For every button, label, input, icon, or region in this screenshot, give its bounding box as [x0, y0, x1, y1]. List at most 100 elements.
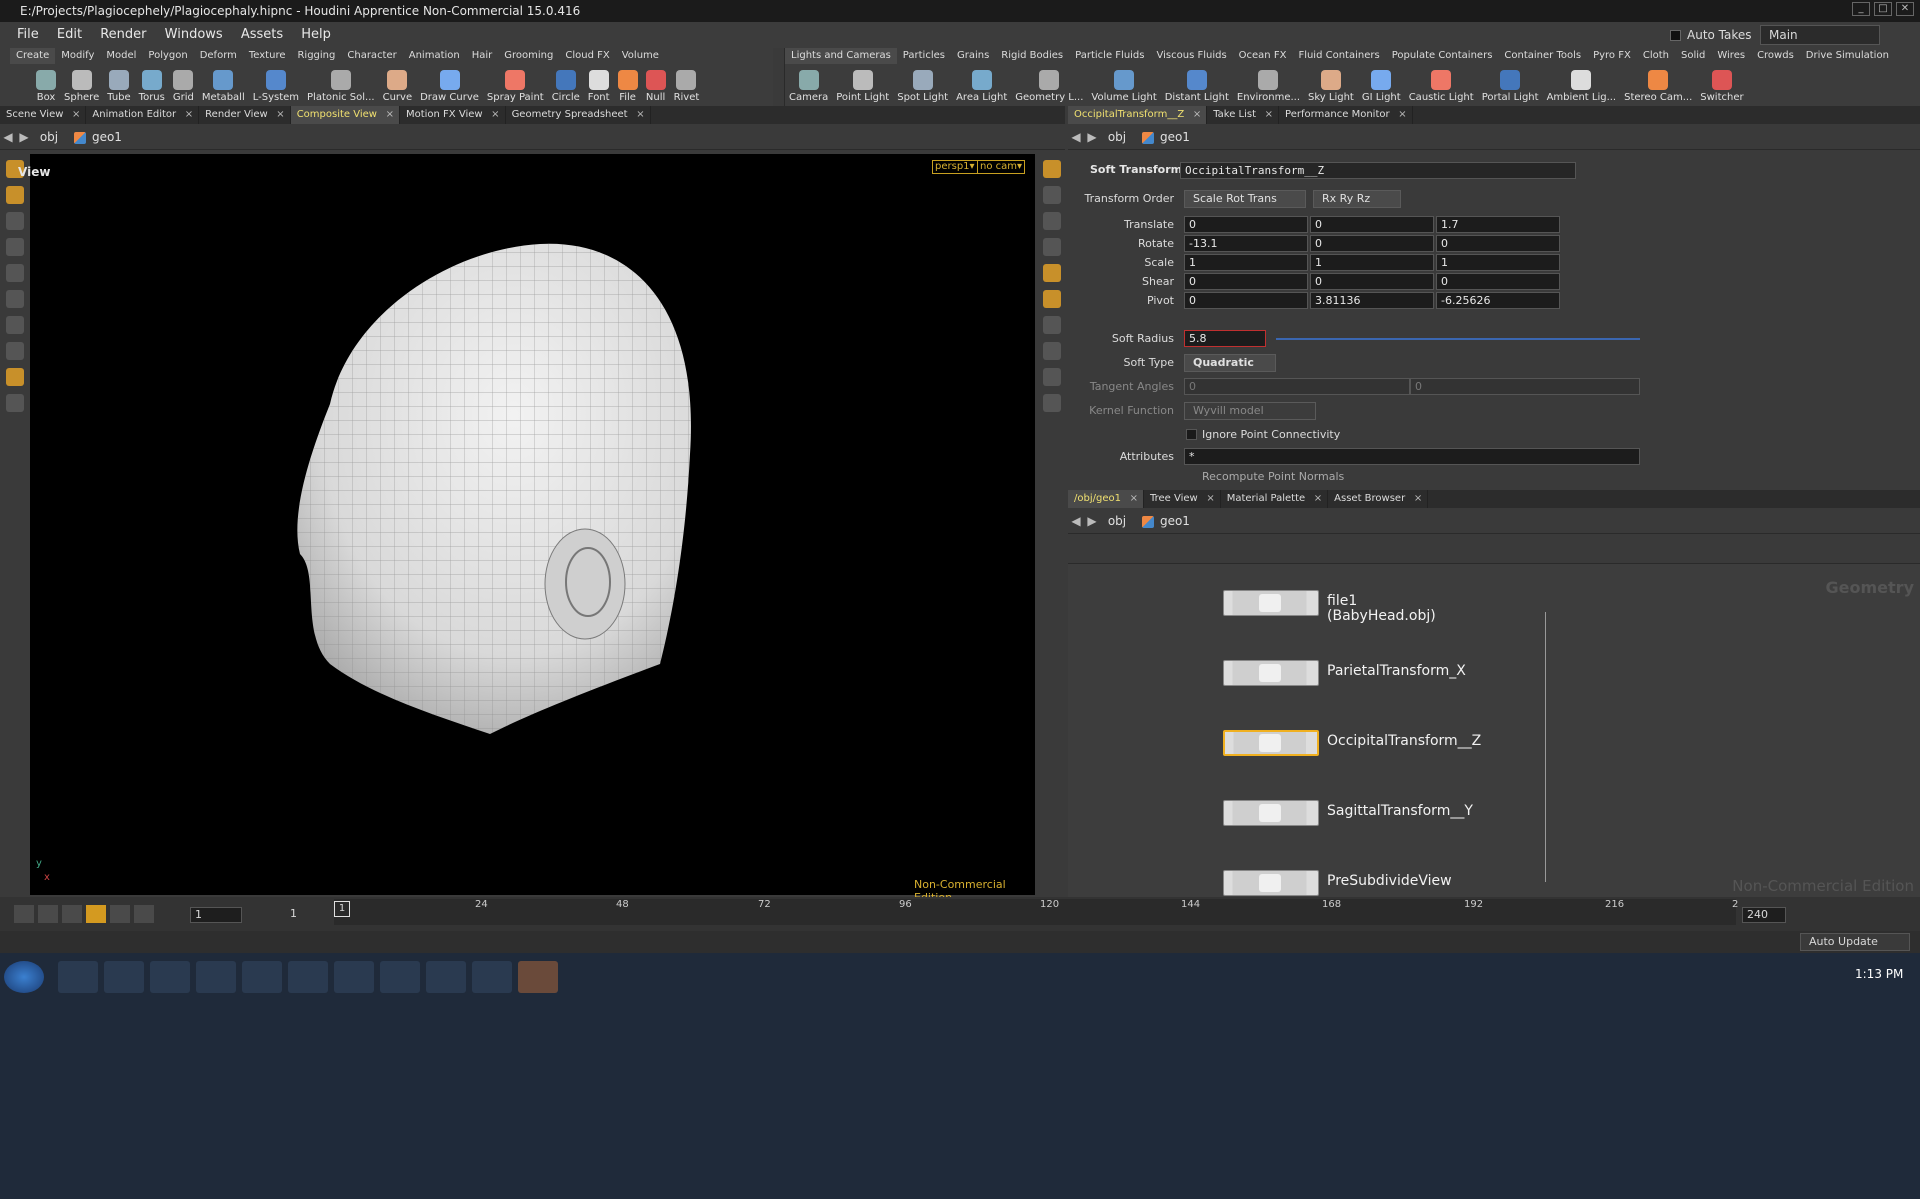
- tool-rivet[interactable]: Rivet: [670, 64, 704, 106]
- shelf-tab-lights-and-cameras[interactable]: Lights and Cameras: [785, 48, 897, 64]
- camera-menu[interactable]: no cam▾: [977, 160, 1026, 174]
- menu-help[interactable]: Help: [294, 22, 338, 48]
- outlook-icon[interactable]: [242, 961, 282, 993]
- ignore-connectivity-checkbox[interactable]: [1186, 429, 1197, 440]
- close-tab-icon[interactable]: ×: [636, 106, 644, 124]
- step-back-icon[interactable]: [38, 905, 58, 923]
- shelf-tab-rigging[interactable]: Rigging: [291, 48, 341, 64]
- monitor-icon[interactable]: [472, 961, 512, 993]
- tab-obj-geo1[interactable]: /obj/geo1 ×: [1068, 490, 1144, 508]
- settings-icon[interactable]: [288, 961, 328, 993]
- shelf-tab-grains[interactable]: Grains: [951, 48, 995, 64]
- pose-tool-icon[interactable]: [6, 290, 24, 308]
- tool-null[interactable]: Null: [642, 64, 670, 106]
- shelf-tab-deform[interactable]: Deform: [194, 48, 243, 64]
- menu-windows[interactable]: Windows: [158, 22, 230, 48]
- maximize-button[interactable]: □: [1874, 2, 1892, 16]
- lock-icon[interactable]: [1043, 186, 1061, 204]
- minimize-button[interactable]: _: [1852, 2, 1870, 16]
- close-tab-icon[interactable]: ×: [386, 106, 394, 124]
- tab-material-palette[interactable]: Material Palette ×: [1221, 490, 1329, 508]
- end-frame-field[interactable]: 240: [1742, 907, 1786, 923]
- shelf-tab-viscous-fluids[interactable]: Viscous Fluids: [1151, 48, 1233, 64]
- paint-icon[interactable]: [426, 961, 466, 993]
- close-tab-icon[interactable]: ×: [1314, 490, 1322, 508]
- param-forward-icon[interactable]: ▶: [1084, 124, 1100, 150]
- close-tab-icon[interactable]: ×: [185, 106, 193, 124]
- shelf-tab-cloth[interactable]: Cloth: [1637, 48, 1675, 64]
- translate-y-field[interactable]: 0: [1310, 216, 1434, 233]
- tool-curve[interactable]: Curve: [379, 64, 417, 106]
- path-geo1[interactable]: geo1: [70, 124, 130, 150]
- translate-z-field[interactable]: 1.7: [1436, 216, 1560, 233]
- tool-stereo-cam[interactable]: Stereo Cam...: [1620, 64, 1696, 106]
- node-name-field[interactable]: OccipitalTransform__Z: [1180, 162, 1576, 179]
- shelf-tab-volume[interactable]: Volume: [616, 48, 665, 64]
- shelf-tab-texture[interactable]: Texture: [243, 48, 292, 64]
- shelf-tab-model[interactable]: Model: [100, 48, 142, 64]
- play-icon[interactable]: [110, 905, 130, 923]
- stop-icon[interactable]: [86, 905, 106, 923]
- shelf-tab-fluid-containers[interactable]: Fluid Containers: [1292, 48, 1385, 64]
- shelf-tab-character[interactable]: Character: [341, 48, 402, 64]
- template-icon[interactable]: [1043, 290, 1061, 308]
- node-file1[interactable]: file1 (BabyHead.obj): [1223, 590, 1436, 624]
- tool-platonic-sol[interactable]: Platonic Sol...: [303, 64, 379, 106]
- tool-file[interactable]: File: [614, 64, 642, 106]
- tab-animation-editor[interactable]: Animation Editor ×: [86, 106, 200, 124]
- tool-ambient-lig[interactable]: Ambient Lig...: [1543, 64, 1621, 106]
- pivot-z-field[interactable]: -6.25626: [1436, 292, 1560, 309]
- pivot-x-field[interactable]: 0: [1184, 292, 1308, 309]
- shelf-tab-drive-simulation[interactable]: Drive Simulation: [1800, 48, 1895, 64]
- play-reverse-icon[interactable]: [62, 905, 82, 923]
- ghost-icon[interactable]: [1043, 264, 1061, 282]
- move-tool-icon[interactable]: [6, 186, 24, 204]
- shelf-tab-rigid-bodies[interactable]: Rigid Bodies: [995, 48, 1069, 64]
- tool-sky-light[interactable]: Sky Light: [1304, 64, 1358, 106]
- forward-icon[interactable]: ▶: [16, 124, 32, 150]
- net-forward-icon[interactable]: ▶: [1084, 508, 1100, 534]
- document-icon[interactable]: [380, 961, 420, 993]
- shelf-tab-populate-containers[interactable]: Populate Containers: [1386, 48, 1499, 64]
- tool-tube[interactable]: Tube: [103, 64, 134, 106]
- tab-occipitaltransform-z[interactable]: OccipitalTransform__Z ×: [1068, 106, 1208, 124]
- tool-sphere[interactable]: Sphere: [60, 64, 103, 106]
- houdini-icon[interactable]: [518, 961, 558, 993]
- param-path-geo1[interactable]: geo1: [1138, 124, 1198, 150]
- tab-motion-fx-view[interactable]: Motion FX View ×: [400, 106, 506, 124]
- scene-viewport[interactable]: y x persp1▾ no cam▾ Non-Commercial Editi…: [30, 154, 1035, 904]
- shear-z-field[interactable]: 0: [1436, 273, 1560, 290]
- close-tab-icon[interactable]: ×: [491, 106, 499, 124]
- tool-l-system[interactable]: L-System: [249, 64, 303, 106]
- shelf-tab-pyro-fx[interactable]: Pyro FX: [1587, 48, 1637, 64]
- desktop-select[interactable]: Main: [1760, 25, 1880, 45]
- pivot-y-field[interactable]: 3.81136: [1310, 292, 1434, 309]
- timeline-track[interactable]: 1 24 48 72 96 120 144 168 192 216 2: [334, 899, 1738, 925]
- menu-edit[interactable]: Edit: [50, 22, 89, 48]
- close-tab-icon[interactable]: ×: [1414, 490, 1422, 508]
- auto-update-select[interactable]: Auto Update: [1800, 933, 1910, 951]
- numbers-icon[interactable]: [1043, 368, 1061, 386]
- tool-spray-paint[interactable]: Spray Paint: [483, 64, 548, 106]
- tool-gi-light[interactable]: GI Light: [1358, 64, 1405, 106]
- tool-camera[interactable]: Camera: [785, 64, 832, 106]
- shelf-tab-polygon[interactable]: Polygon: [142, 48, 193, 64]
- rotate-tool-icon[interactable]: [6, 212, 24, 230]
- tool-spot-light[interactable]: Spot Light: [893, 64, 952, 106]
- close-tab-icon[interactable]: ×: [1193, 106, 1201, 124]
- tab-asset-browser[interactable]: Asset Browser ×: [1328, 490, 1429, 508]
- rotate-y-field[interactable]: 0: [1310, 235, 1434, 252]
- tool-box[interactable]: Box: [32, 64, 60, 106]
- tool-geometry-l[interactable]: Geometry L...: [1011, 64, 1087, 106]
- film-icon[interactable]: [334, 961, 374, 993]
- tool-switcher[interactable]: Switcher: [1696, 64, 1747, 106]
- explorer-icon[interactable]: [196, 961, 236, 993]
- start-button-icon[interactable]: [4, 961, 44, 993]
- param-back-icon[interactable]: ◀: [1068, 124, 1084, 150]
- shelf-tab-animation[interactable]: Animation: [403, 48, 466, 64]
- close-tab-icon[interactable]: ×: [1206, 490, 1214, 508]
- network-editor[interactable]: Geometry Non-Commercial Edition file1 (Ba…: [1068, 563, 1920, 966]
- shelf-tab-create[interactable]: Create: [10, 48, 56, 64]
- attributes-field[interactable]: *: [1184, 448, 1640, 465]
- translate-x-field[interactable]: 0: [1184, 216, 1308, 233]
